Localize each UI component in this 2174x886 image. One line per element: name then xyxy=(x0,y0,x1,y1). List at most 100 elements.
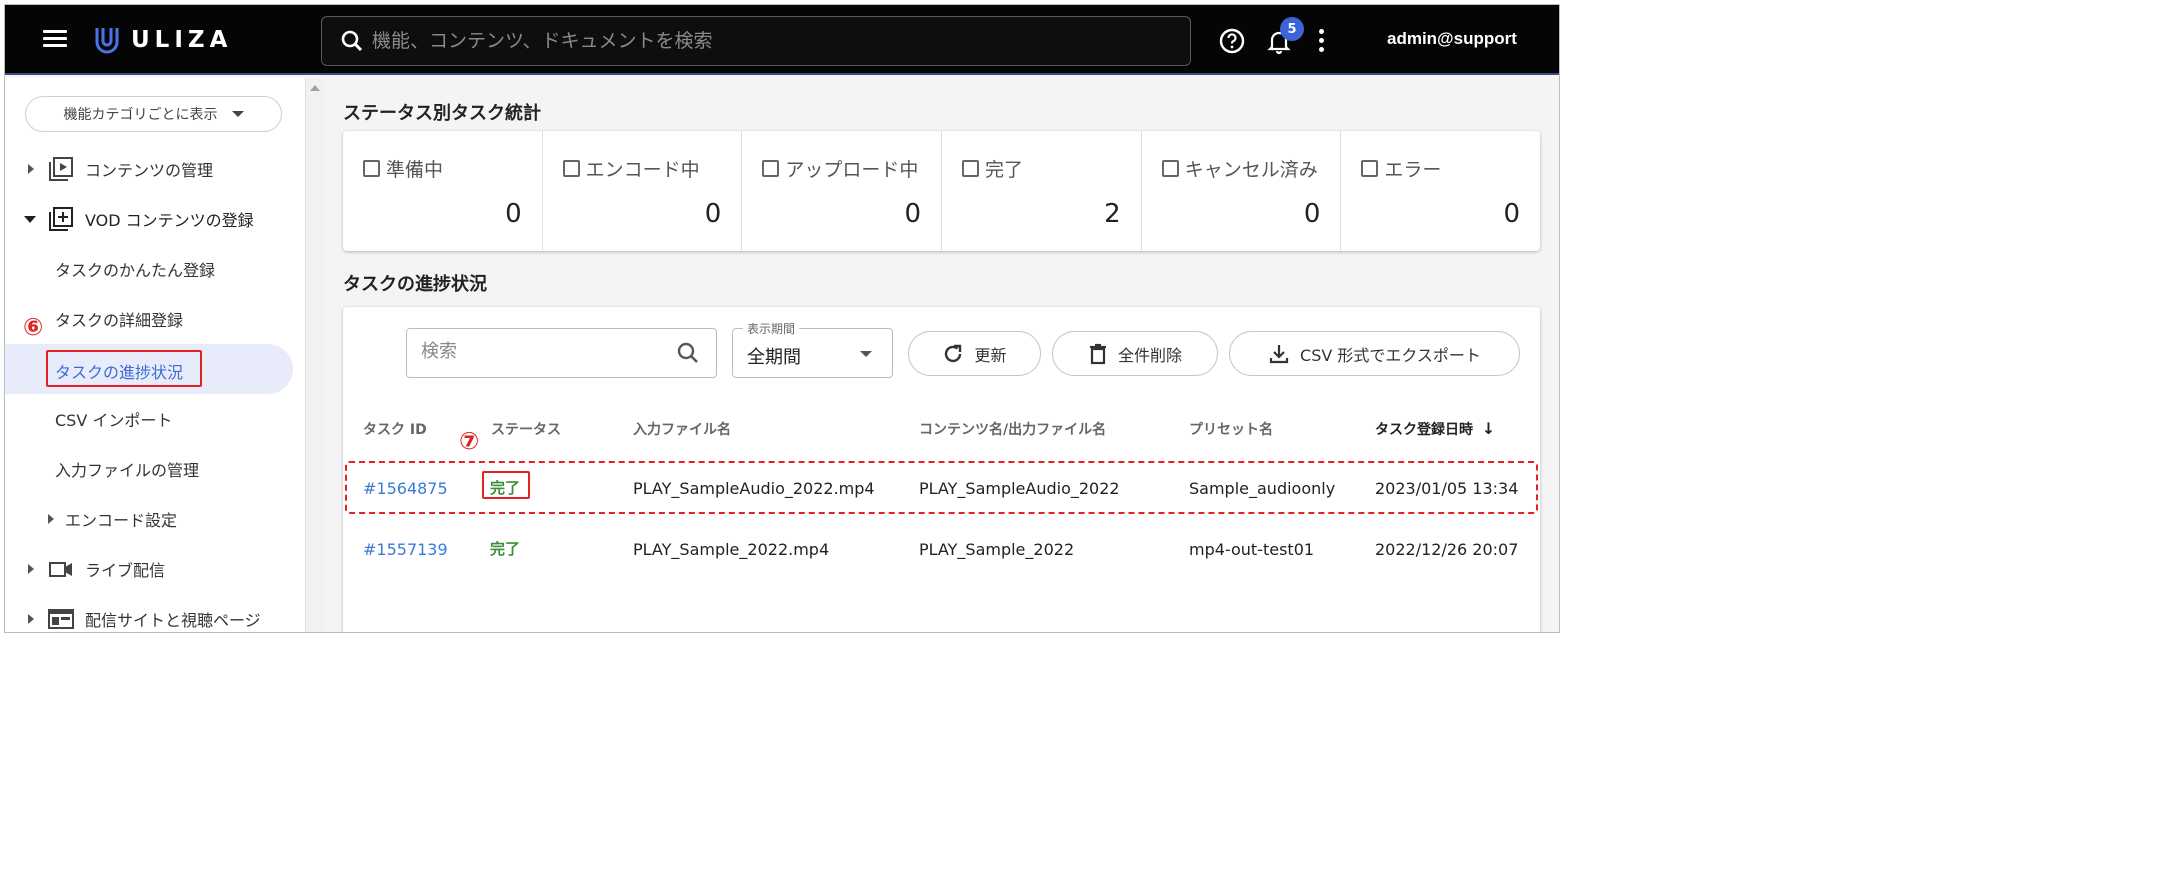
sidebar-item-input-files[interactable]: 入力ファイルの管理 xyxy=(5,449,305,489)
checkbox-icon[interactable] xyxy=(1161,160,1179,177)
sidebar-item-label: タスクのかんたん登録 xyxy=(55,261,216,280)
column-header-status[interactable]: ステータス xyxy=(491,419,561,439)
sidebar-item-label: タスクの進捗状況 xyxy=(55,363,184,382)
sidebar-item-content-management[interactable]: コンテンツの管理 xyxy=(5,149,305,189)
export-csv-button[interactable]: CSV 形式でエクスポート xyxy=(1229,331,1520,376)
global-search[interactable] xyxy=(321,16,1191,66)
registered-at: 2022/12/26 20:07 xyxy=(1375,540,1519,559)
stat-label: エラー xyxy=(1384,159,1442,181)
delete-all-button[interactable]: 全件削除 xyxy=(1052,331,1218,376)
sidebar-scrollbar[interactable] xyxy=(305,77,323,632)
column-header-input-file[interactable]: 入力ファイル名 xyxy=(633,419,731,439)
refresh-icon xyxy=(945,344,962,362)
status-badge: 完了 xyxy=(490,479,521,497)
stat-preparing: 準備中 0 xyxy=(343,131,543,251)
annotation-step-6: ⑥ xyxy=(23,313,44,341)
uliza-logo-icon xyxy=(95,28,119,54)
task-search-input[interactable] xyxy=(421,341,671,362)
refresh-button[interactable]: 更新 xyxy=(908,331,1041,376)
input-file-name: PLAY_Sample_2022.mp4 xyxy=(633,540,830,559)
input-file-name: PLAY_SampleAudio_2022.mp4 xyxy=(633,479,875,498)
sidebar-item-live[interactable]: ライブ配信 xyxy=(5,549,305,589)
column-header-preset[interactable]: プリセット名 xyxy=(1189,419,1273,439)
expand-arrow-icon xyxy=(28,614,34,624)
caret-down-icon xyxy=(860,351,872,357)
stat-encoding: エンコード中 0 xyxy=(543,131,743,251)
stat-label: アップロード中 xyxy=(785,159,919,181)
stat-value: 0 xyxy=(704,199,722,229)
status-stats-card: 準備中 0 エンコード中 0 アップロード中 0 完了 2 キャンセル済み 0 … xyxy=(343,131,1540,251)
collapse-arrow-icon xyxy=(24,216,36,223)
more-vert-icon[interactable] xyxy=(1317,29,1325,53)
stat-error: エラー 0 xyxy=(1341,131,1540,251)
stat-filter-checkbox[interactable]: 準備中 xyxy=(363,155,443,182)
stat-value: 0 xyxy=(1303,199,1321,229)
registered-at: 2023/01/05 13:34 xyxy=(1375,479,1519,498)
sidebar-item-easy-task[interactable]: タスクのかんたん登録 xyxy=(5,249,305,289)
logo[interactable]: ULIZA xyxy=(95,25,232,55)
sidebar-item-csv-import[interactable]: CSV インポート xyxy=(5,399,305,439)
content-name: PLAY_SampleAudio_2022 xyxy=(919,479,1120,498)
scroll-up-icon[interactable] xyxy=(310,85,320,91)
refresh-label: 更新 xyxy=(974,345,1007,365)
stat-filter-checkbox[interactable]: エラー xyxy=(1361,155,1441,182)
checkbox-icon[interactable] xyxy=(1361,160,1379,177)
stat-label: エンコード中 xyxy=(585,159,700,181)
task-id-link[interactable]: #1564875 xyxy=(363,479,448,498)
stat-filter-checkbox[interactable]: エンコード中 xyxy=(562,155,700,182)
global-search-input[interactable] xyxy=(372,30,1172,52)
expand-arrow-icon xyxy=(28,564,34,574)
stat-filter-checkbox[interactable]: 完了 xyxy=(962,155,1023,182)
top-bar: ULIZA 5 admin@support xyxy=(5,5,1559,75)
column-header-task-id[interactable]: タスク ID xyxy=(363,419,427,439)
column-header-content-name[interactable]: コンテンツ名/出力ファイル名 xyxy=(919,419,1106,439)
download-icon xyxy=(1269,344,1289,363)
app-window: ULIZA 5 admin@support 機能カテゴリごとに表示 xyxy=(4,4,1560,633)
preset-name: mp4-out-test01 xyxy=(1189,540,1315,559)
stat-value: 2 xyxy=(1104,199,1121,229)
period-value: 全期間 xyxy=(747,347,801,368)
web-page-icon xyxy=(48,609,74,629)
progress-title: タスクの進捗状況 xyxy=(343,274,487,295)
checkbox-icon[interactable] xyxy=(762,160,780,177)
status-badge: 完了 xyxy=(490,540,521,558)
stat-uploading: アップロード中 0 xyxy=(742,131,943,251)
column-header-registered-at[interactable]: タスク登録日時 ↓ xyxy=(1375,419,1495,439)
checkbox-icon[interactable] xyxy=(962,160,980,177)
sidebar: 機能カテゴリごとに表示 コンテンツの管理 VOD コンテンツの登録 タスクのかん… xyxy=(5,77,305,632)
sidebar-item-vod-registration[interactable]: VOD コンテンツの登録 xyxy=(5,199,305,239)
help-icon[interactable] xyxy=(1219,28,1245,54)
video-library-icon xyxy=(49,157,73,181)
stat-label: キャンセル済み xyxy=(1184,159,1318,181)
videocam-icon xyxy=(49,562,72,577)
delete-all-label: 全件削除 xyxy=(1117,345,1182,365)
sidebar-item-label: コンテンツの管理 xyxy=(85,161,214,180)
stat-cancelled: キャンセル済み 0 xyxy=(1142,131,1342,251)
task-progress-panel: 表示期間 全期間 更新 全件削除 CSV 形式でエ xyxy=(343,307,1540,632)
category-filter-button[interactable]: 機能カテゴリごとに表示 xyxy=(25,96,282,132)
search-icon xyxy=(341,30,363,52)
sidebar-item-label: VOD コンテンツの登録 xyxy=(85,211,254,230)
checkbox-icon[interactable] xyxy=(562,160,580,177)
task-search-field[interactable] xyxy=(406,328,717,378)
annotation-step-7: ⑦ xyxy=(459,427,480,455)
preset-name: Sample_audioonly xyxy=(1189,479,1336,498)
brand-name: ULIZA xyxy=(131,27,233,53)
user-account[interactable]: admin@support xyxy=(1387,29,1517,49)
trash-icon xyxy=(1089,343,1106,364)
menu-icon[interactable] xyxy=(43,30,67,48)
period-label: 表示期間 xyxy=(743,320,800,337)
sidebar-item-sites[interactable]: 配信サイトと視聴ページ xyxy=(5,599,305,632)
category-filter-label: 機能カテゴリごとに表示 xyxy=(63,107,218,123)
task-id-link[interactable]: #1557139 xyxy=(363,540,448,559)
expand-arrow-icon xyxy=(48,514,54,524)
sidebar-item-label: タスクの詳細登録 xyxy=(55,311,184,330)
stat-filter-checkbox[interactable]: キャンセル済み xyxy=(1161,155,1318,182)
sidebar-item-label: エンコード設定 xyxy=(65,511,178,530)
sidebar-item-encode-settings[interactable]: エンコード設定 xyxy=(5,499,305,539)
search-icon xyxy=(677,342,698,363)
checkbox-icon[interactable] xyxy=(363,160,380,177)
sidebar-item-detailed-task[interactable]: タスクの詳細登録 xyxy=(5,299,305,339)
period-select[interactable]: 表示期間 全期間 xyxy=(732,320,893,378)
stat-filter-checkbox[interactable]: アップロード中 xyxy=(762,155,918,182)
